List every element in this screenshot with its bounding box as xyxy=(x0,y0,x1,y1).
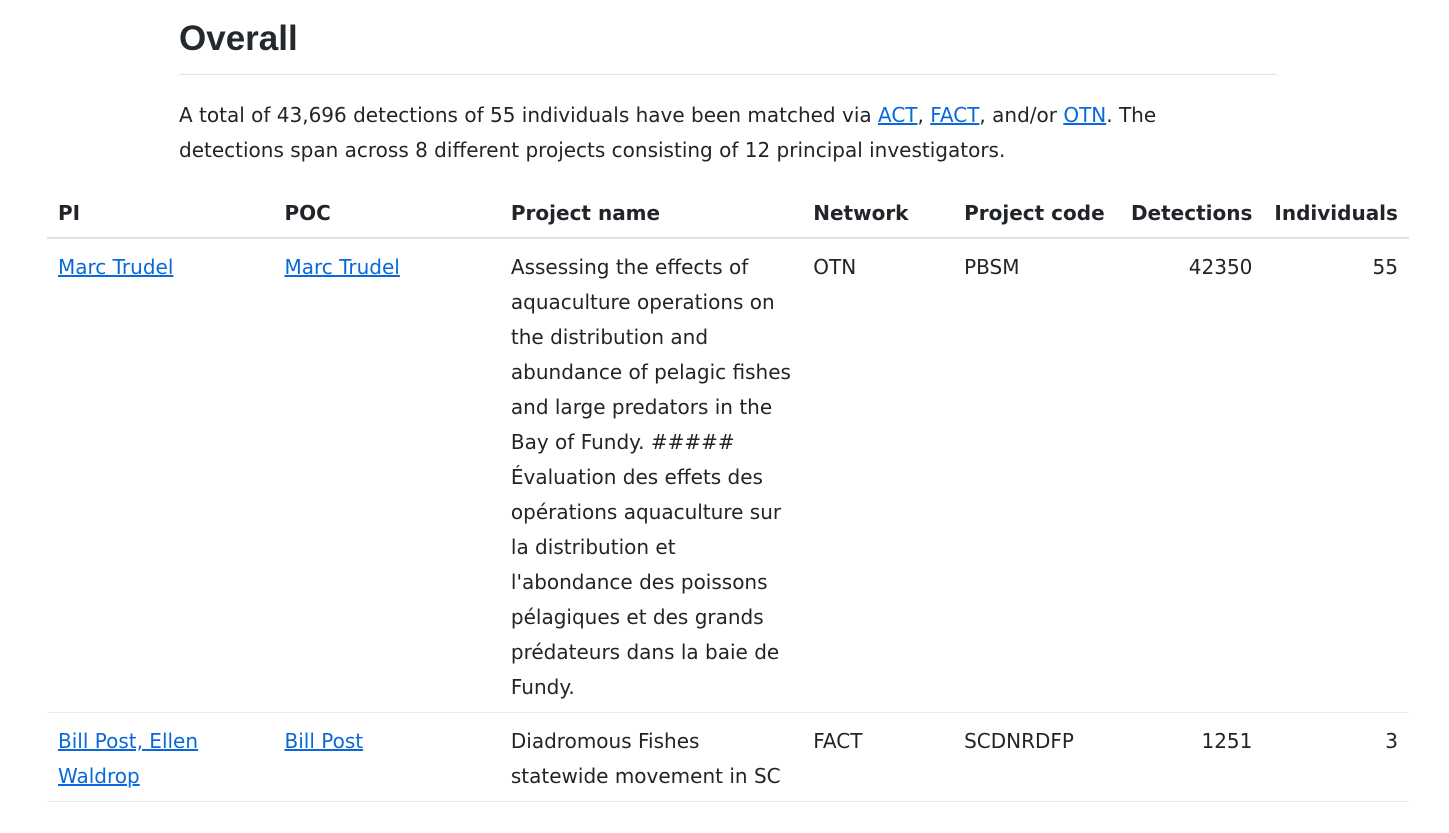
cell-project-code: PBSM xyxy=(953,238,1120,713)
cell-detections: 42350 xyxy=(1119,238,1264,713)
otn-link[interactable]: OTN xyxy=(1063,103,1106,127)
table-row: Bill Post, Ellen Waldrop Bill Post Diadr… xyxy=(47,712,1409,802)
summary-text-before: A total of 43,696 detections of 55 indiv… xyxy=(179,103,878,127)
cell-project-name: Diadromous Fishes statewide movement in … xyxy=(499,712,803,802)
table-row: Marc Trudel Marc Trudel Assessing the ef… xyxy=(47,238,1409,713)
header-project-code: Project code xyxy=(953,198,1120,239)
header-detections: Detections xyxy=(1119,198,1264,239)
header-project-name: Project name xyxy=(499,198,803,239)
table-header: PI POC Project name Network Project code… xyxy=(47,198,1409,239)
cell-detections: 1251 xyxy=(1119,712,1264,802)
header-pi: PI xyxy=(47,198,274,239)
summary-paragraph: A total of 43,696 detections of 55 indiv… xyxy=(179,98,1189,168)
cell-project-code: SCDNRDFP xyxy=(953,712,1120,802)
cell-pi: Bill Post, Ellen Waldrop xyxy=(47,712,274,802)
page-title: Overall xyxy=(179,19,298,58)
header-network: Network xyxy=(802,198,954,239)
pi-link[interactable]: Marc Trudel xyxy=(58,255,173,279)
summary-separator-1: , xyxy=(917,103,931,127)
fact-link[interactable]: FACT xyxy=(930,103,979,127)
cell-individuals: 3 xyxy=(1263,712,1409,802)
summary-separator-2: , and/or xyxy=(979,103,1064,127)
cell-individuals: 55 xyxy=(1263,238,1409,713)
cell-network: FACT xyxy=(802,712,954,802)
pi-link[interactable]: Bill Post, Ellen Waldrop xyxy=(58,729,198,788)
poc-link[interactable]: Marc Trudel xyxy=(284,255,399,279)
header-row: PI POC Project name Network Project code… xyxy=(47,198,1409,239)
header-individuals: Individuals xyxy=(1263,198,1409,239)
table-body: Marc Trudel Marc Trudel Assessing the ef… xyxy=(47,238,1409,802)
cell-poc: Bill Post xyxy=(273,712,500,802)
cell-poc: Marc Trudel xyxy=(273,238,500,713)
act-link[interactable]: ACT xyxy=(878,103,918,127)
cell-pi: Marc Trudel xyxy=(47,238,274,713)
cell-project-name: Assessing the effects of aquaculture ope… xyxy=(499,238,803,713)
heading-container: Overall xyxy=(179,14,1277,75)
header-poc: POC xyxy=(273,198,500,239)
poc-link[interactable]: Bill Post xyxy=(284,729,363,753)
cell-network: OTN xyxy=(802,238,954,713)
projects-table: PI POC Project name Network Project code… xyxy=(47,198,1409,802)
